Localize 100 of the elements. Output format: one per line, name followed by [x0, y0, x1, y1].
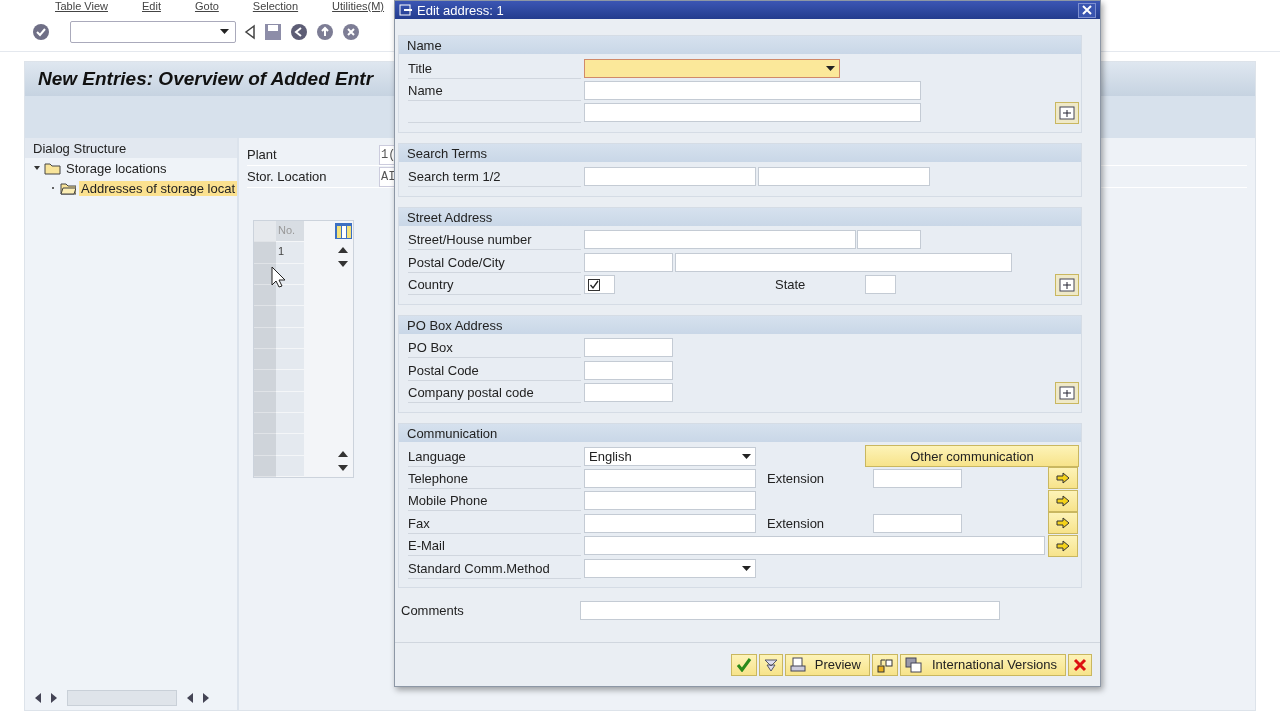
menu-item[interactable]: Edit: [142, 1, 161, 12]
input-field[interactable]: [873, 513, 962, 533]
arrow-button[interactable]: [1048, 512, 1078, 535]
field-label: Name: [408, 80, 581, 102]
transport-icon: [876, 656, 893, 673]
table-cell: [276, 412, 304, 435]
field-label: PO Box: [408, 337, 581, 359]
group-title: PO Box Address: [399, 315, 1081, 334]
back-triangle-icon[interactable]: [244, 23, 256, 40]
save-icon[interactable]: [264, 22, 282, 41]
field-value: AI: [379, 166, 395, 187]
scroll-right-icon[interactable]: [51, 693, 57, 703]
confirm-button[interactable]: [730, 653, 757, 676]
field-label: E-Mail: [408, 535, 581, 557]
tree-item[interactable]: Addresses of storage locat: [79, 180, 237, 196]
input-field[interactable]: [584, 166, 756, 186]
scrollbar-thumb[interactable]: [67, 690, 177, 706]
folder-icon: [59, 181, 77, 195]
expand-button[interactable]: [1055, 273, 1079, 296]
bullet-icon: [49, 184, 57, 192]
expand-button[interactable]: [1055, 101, 1079, 124]
cancel-button[interactable]: [1068, 653, 1092, 676]
arrow-right-icon: [1056, 494, 1070, 507]
input-field[interactable]: [873, 469, 962, 488]
group-title: Communication: [399, 423, 1081, 442]
checkbox-icon[interactable]: [588, 278, 600, 291]
input-field[interactable]: [584, 81, 921, 101]
column-header: No.: [276, 221, 304, 243]
menu-item[interactable]: Goto: [194, 1, 219, 12]
field-label: Telephone: [408, 468, 581, 489]
cancel-icon[interactable]: [342, 22, 360, 41]
scroll-left-icon[interactable]: [35, 693, 41, 703]
table-cell: [276, 306, 304, 328]
input-field[interactable]: [865, 275, 896, 295]
funnel-icon: [763, 657, 778, 672]
documents-icon: [904, 656, 923, 673]
table-cell: [276, 348, 304, 371]
field-label: Postal Code: [408, 359, 581, 381]
mouse-pointer-icon: [271, 266, 285, 288]
screen-title: New Entries: Overview of Added Entr: [38, 68, 374, 90]
command-field[interactable]: [70, 20, 236, 43]
other-communication-button[interactable]: Other communication: [865, 445, 1079, 468]
transport-button[interactable]: [871, 653, 898, 676]
comments-field[interactable]: [580, 600, 1000, 620]
expand-icon: [1059, 277, 1075, 292]
filter-button[interactable]: [758, 653, 783, 676]
field-label: Search term 1/2: [408, 165, 581, 187]
input-field[interactable]: [675, 252, 1012, 272]
arrow-button[interactable]: [1048, 534, 1078, 557]
scroll-left-icon[interactable]: [187, 693, 193, 703]
checkmark-icon: [735, 657, 752, 672]
arrow-button[interactable]: [1048, 467, 1078, 490]
input-field[interactable]: [584, 513, 756, 533]
preview-button[interactable]: Preview: [784, 653, 870, 676]
input-field[interactable]: [584, 469, 756, 488]
dropdown-field[interactable]: [584, 58, 840, 78]
input-field[interactable]: [584, 491, 756, 511]
select-all-cell[interactable]: [254, 221, 276, 243]
input-field[interactable]: [584, 275, 615, 295]
exit-icon[interactable]: [316, 22, 334, 41]
collapse-arrow-icon[interactable]: [33, 164, 41, 172]
scroll-down-icon[interactable]: [338, 261, 348, 267]
scroll-right-icon[interactable]: [203, 693, 209, 703]
close-button[interactable]: [1078, 2, 1096, 18]
input-field[interactable]: [584, 536, 1045, 556]
group-title: Name: [399, 36, 1081, 54]
field-label: Stor. Location: [247, 169, 328, 184]
input-field[interactable]: [584, 230, 856, 250]
scroll-down-icon[interactable]: [338, 465, 348, 471]
edit-icon: [399, 4, 413, 16]
scroll-up-icon[interactable]: [338, 451, 348, 457]
input-field[interactable]: [758, 166, 930, 186]
input-field[interactable]: [584, 252, 673, 272]
enter-icon[interactable]: [32, 22, 50, 41]
input-field[interactable]: [584, 103, 921, 123]
caret-icon: [742, 565, 751, 571]
input-field[interactable]: [857, 230, 921, 250]
input-field[interactable]: [584, 338, 673, 358]
menu-item[interactable]: Table View: [55, 1, 108, 12]
international-versions-button[interactable]: International Versions: [899, 653, 1066, 676]
menu-item[interactable]: Selection: [252, 1, 299, 12]
menu-item[interactable]: Utilities(M): [332, 1, 385, 12]
scroll-up-icon[interactable]: [338, 247, 348, 253]
expand-icon: [1059, 385, 1075, 400]
field-label: Fax: [408, 512, 581, 534]
input-field[interactable]: [584, 360, 673, 380]
table-cell: [276, 370, 304, 392]
field-label: Postal Code/City: [408, 251, 581, 273]
tree-item[interactable]: Storage locations: [64, 160, 169, 176]
arrow-right-icon: [1056, 539, 1070, 552]
panel-title: Dialog Structure: [25, 138, 237, 158]
expand-button[interactable]: [1055, 381, 1079, 404]
input-field[interactable]: [584, 383, 673, 403]
expand-icon: [1059, 105, 1075, 120]
dropdown-field[interactable]: [584, 558, 756, 578]
caret-icon: [742, 453, 751, 459]
arrow-button[interactable]: [1048, 489, 1078, 512]
back-icon[interactable]: [290, 22, 308, 41]
column-settings-icon[interactable]: [334, 223, 352, 239]
dropdown-field[interactable]: English: [584, 446, 756, 466]
